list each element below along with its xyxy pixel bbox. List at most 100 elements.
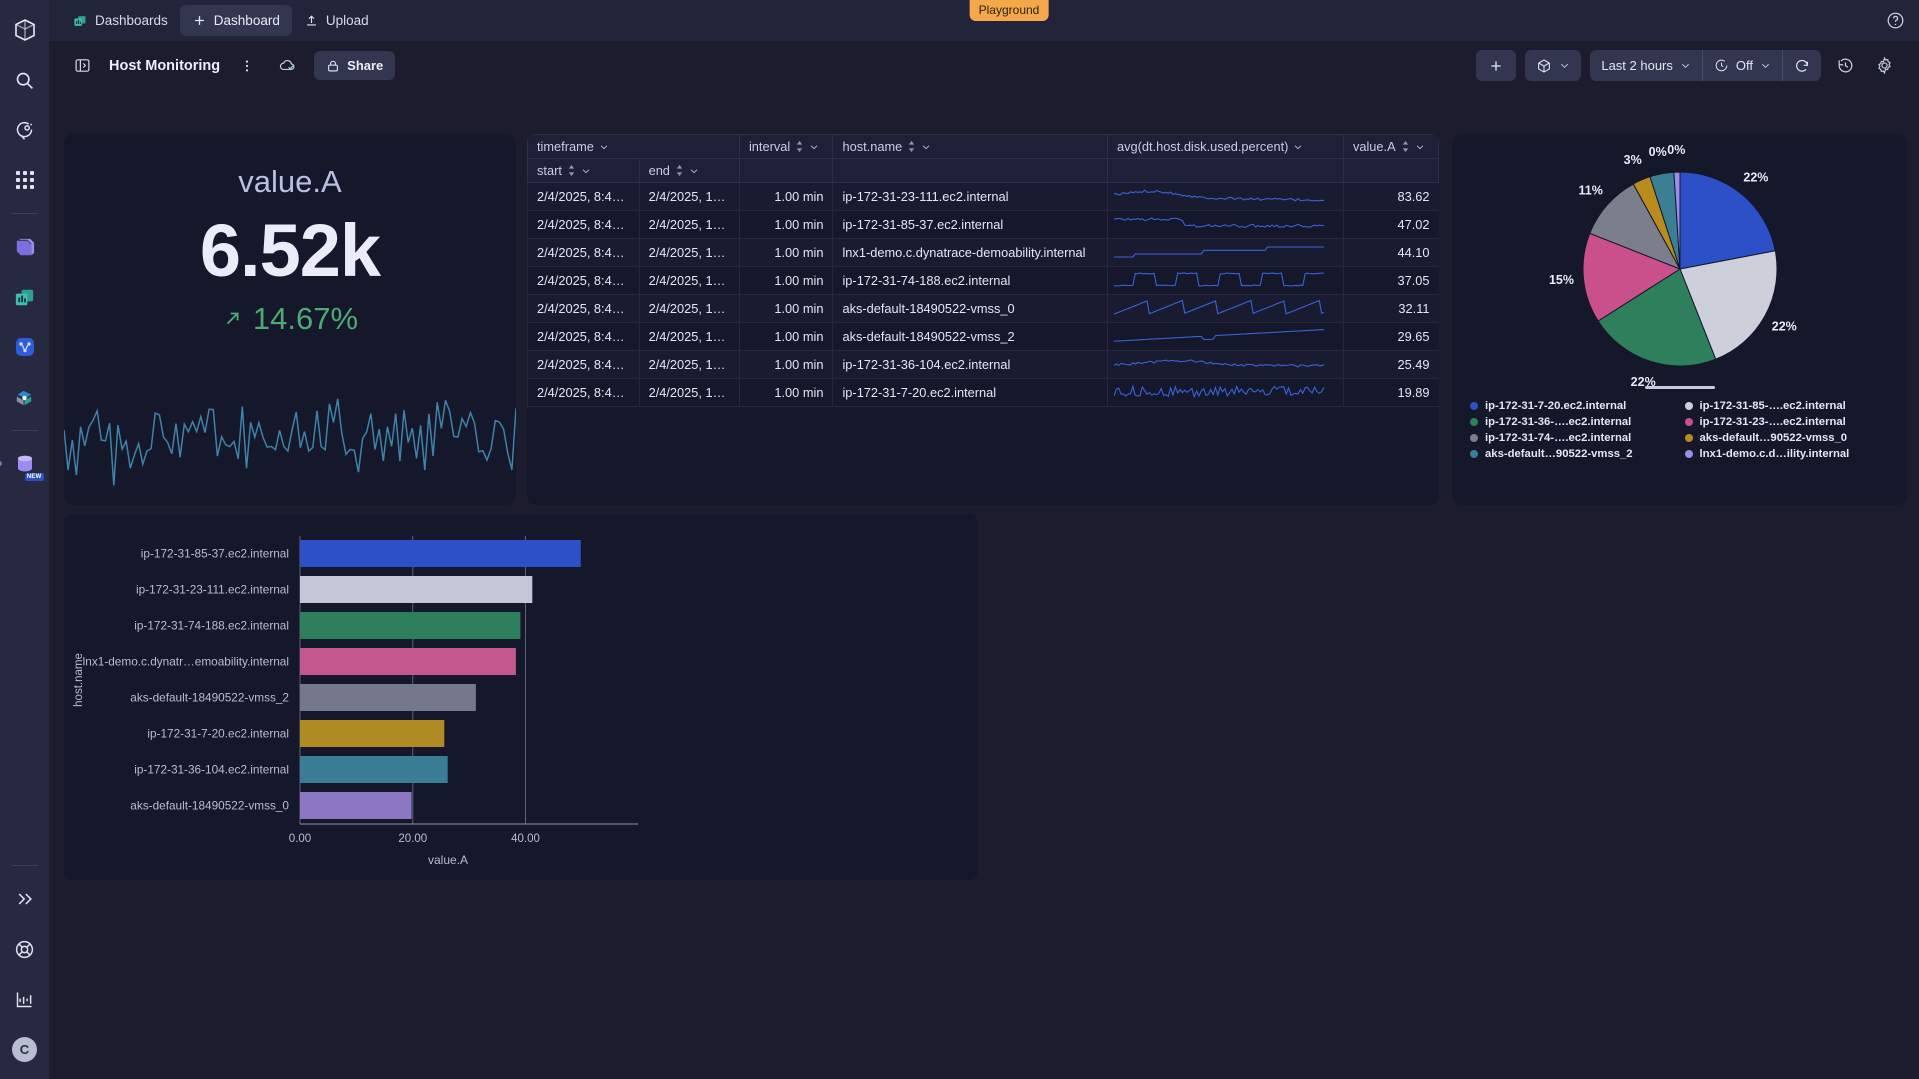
avatar[interactable]: C bbox=[5, 1029, 45, 1069]
pie-scrollbar[interactable] bbox=[1645, 386, 1715, 389]
table-head: timeframe interval host.name avg( bbox=[528, 135, 1439, 183]
chevron-down-icon bbox=[581, 166, 591, 176]
pie-slice-label: 3% bbox=[1624, 153, 1642, 167]
pie-slice-label: 11% bbox=[1579, 183, 1603, 197]
pie-legend-item[interactable]: lnx1-demo.c.d…ility.internal bbox=[1685, 448, 1890, 460]
cell-sparkline bbox=[1107, 183, 1343, 211]
cell-sparkline bbox=[1107, 267, 1343, 295]
storage-icon[interactable]: NEW bbox=[5, 444, 45, 484]
cell-sparkline bbox=[1107, 295, 1343, 323]
help-circle-icon[interactable] bbox=[1886, 11, 1905, 35]
apps-grid-icon[interactable] bbox=[5, 160, 45, 200]
legend-color-dot bbox=[1685, 450, 1693, 458]
legend-color-dot bbox=[1685, 434, 1693, 442]
bar-chart-svg: ip-172-31-85-37.ec2.internalip-172-31-23… bbox=[64, 514, 978, 880]
assistant-icon[interactable] bbox=[5, 110, 45, 150]
tab-dashboards[interactable]: Dashboards bbox=[60, 5, 180, 36]
col-avg-disk-used[interactable]: avg(dt.host.disk.used.percent) bbox=[1107, 135, 1343, 159]
cell-end: 2/4/2025, 1… bbox=[639, 211, 739, 239]
tab-upload[interactable]: Upload bbox=[292, 5, 381, 36]
col-hostname[interactable]: host.name bbox=[833, 135, 1107, 159]
pie-legend-item[interactable]: ip-172-31-74-….ec2.internal bbox=[1470, 432, 1675, 444]
pie-legend-item[interactable]: aks-default…90522-vmss_2 bbox=[1470, 448, 1675, 460]
rail-divider bbox=[12, 213, 38, 214]
refresh-button[interactable] bbox=[1783, 50, 1821, 81]
pie-legend-item[interactable]: aks-default…90522-vmss_0 bbox=[1685, 432, 1890, 444]
asset-selector[interactable] bbox=[1525, 50, 1581, 81]
gear-icon[interactable] bbox=[1869, 51, 1899, 81]
legend-color-dot bbox=[1685, 418, 1693, 426]
table-row[interactable]: 2/4/2025, 8:4…2/4/2025, 1…1.00 minip-172… bbox=[528, 211, 1439, 239]
pie-legend-label: ip-172-31-36-….ec2.internal bbox=[1485, 416, 1631, 428]
cell-sparkline bbox=[1107, 239, 1343, 267]
col-end[interactable]: end bbox=[639, 159, 739, 183]
bar[interactable] bbox=[300, 756, 448, 783]
data-explorer-icon[interactable] bbox=[5, 377, 45, 417]
add-tile-button[interactable] bbox=[1476, 50, 1516, 81]
bar[interactable] bbox=[300, 720, 444, 747]
pie-chart-tile[interactable]: 22%22%22%15%11%3%0%0% ip-172-31-7-20.ec2… bbox=[1452, 134, 1907, 505]
bar-chart-tile[interactable]: ip-172-31-85-37.ec2.internalip-172-31-23… bbox=[64, 514, 978, 880]
dashboards-icon[interactable] bbox=[5, 277, 45, 317]
table-row[interactable]: 2/4/2025, 8:4…2/4/2025, 1…1.00 minaks-de… bbox=[528, 323, 1439, 351]
chart-icon[interactable] bbox=[5, 979, 45, 1019]
notification-dot bbox=[0, 461, 2, 466]
single-value-tile[interactable]: value.A 6.52k 14.67% bbox=[64, 134, 516, 505]
table-row[interactable]: 2/4/2025, 8:4…2/4/2025, 1…1.00 minaks-de… bbox=[528, 295, 1439, 323]
bar[interactable] bbox=[300, 684, 476, 711]
table-row[interactable]: 2/4/2025, 8:4…2/4/2025, 1…1.00 minlnx1-d… bbox=[528, 239, 1439, 267]
timeframe-selector[interactable]: Last 2 hours bbox=[1590, 50, 1702, 81]
bar[interactable] bbox=[300, 612, 520, 639]
x-tick-label: 40.00 bbox=[511, 833, 540, 845]
cell-sparkline bbox=[1107, 351, 1343, 379]
pie-legend-item[interactable]: ip-172-31-7-20.ec2.internal bbox=[1470, 400, 1675, 412]
col-avg-sub bbox=[1107, 159, 1343, 183]
cell-start: 2/4/2025, 8:4… bbox=[528, 183, 640, 211]
dynatrace-logo-icon[interactable] bbox=[5, 10, 45, 50]
expand-chevrons-icon[interactable] bbox=[5, 879, 45, 919]
bar[interactable] bbox=[300, 576, 532, 603]
pie-legend-item[interactable]: ip-172-31-36-….ec2.internal bbox=[1470, 416, 1675, 428]
table-row[interactable]: 2/4/2025, 8:4…2/4/2025, 1…1.00 minip-172… bbox=[528, 267, 1439, 295]
bar-category-label: lnx1-demo.c.dynatr…emoability.internal bbox=[83, 655, 289, 669]
col-interval[interactable]: interval bbox=[739, 135, 833, 159]
pie-legend-item[interactable]: ip-172-31-85-….ec2.internal bbox=[1685, 400, 1890, 412]
kebab-menu-icon[interactable] bbox=[234, 53, 260, 79]
bar[interactable] bbox=[300, 792, 412, 819]
auto-refresh-selector[interactable]: Off bbox=[1703, 50, 1782, 81]
bar[interactable] bbox=[300, 540, 581, 567]
x-axis-label: value.A bbox=[428, 853, 468, 867]
history-icon[interactable] bbox=[1830, 51, 1860, 81]
tab-upload-label: Upload bbox=[326, 13, 369, 28]
notebooks-icon[interactable] bbox=[5, 227, 45, 267]
tab-dashboard-label: Dashboard bbox=[214, 13, 280, 28]
row-sparkline bbox=[1114, 323, 1329, 347]
support-ring-icon[interactable] bbox=[5, 929, 45, 969]
pie-legend-label: ip-172-31-74-….ec2.internal bbox=[1485, 432, 1631, 444]
tab-dashboard[interactable]: Dashboard bbox=[180, 5, 292, 36]
workflows-icon[interactable] bbox=[5, 327, 45, 367]
search-icon[interactable] bbox=[5, 60, 45, 100]
col-timeframe-label: timeframe bbox=[537, 139, 594, 154]
col-timeframe[interactable]: timeframe bbox=[528, 135, 740, 159]
col-valuea[interactable]: value.A bbox=[1343, 135, 1438, 159]
avatar-initial: C bbox=[12, 1037, 37, 1062]
col-start[interactable]: start bbox=[528, 159, 640, 183]
col-interval-label: interval bbox=[749, 139, 790, 154]
bar[interactable] bbox=[300, 648, 516, 675]
cloud-check-icon[interactable] bbox=[274, 53, 300, 79]
table-row[interactable]: 2/4/2025, 8:4…2/4/2025, 1…1.00 minip-172… bbox=[528, 351, 1439, 379]
rail-bottom-group: C bbox=[0, 852, 49, 1069]
panel-toggle-icon[interactable] bbox=[69, 53, 95, 79]
cell-end: 2/4/2025, 1… bbox=[639, 351, 739, 379]
left-nav-rail: NEW C bbox=[0, 0, 49, 1079]
cell-start: 2/4/2025, 8:4… bbox=[528, 379, 640, 407]
share-button[interactable]: Share bbox=[314, 51, 395, 80]
table-row[interactable]: 2/4/2025, 8:4…2/4/2025, 1…1.00 minip-172… bbox=[528, 379, 1439, 407]
table-row[interactable]: 2/4/2025, 8:4…2/4/2025, 1…1.00 minip-172… bbox=[528, 183, 1439, 211]
row-sparkline bbox=[1114, 267, 1329, 291]
sort-icon bbox=[907, 141, 916, 152]
pie-legend-label: ip-172-31-23-….ec2.internal bbox=[1700, 416, 1846, 428]
data-table-tile[interactable]: timeframe interval host.name avg( bbox=[527, 134, 1439, 505]
pie-legend-item[interactable]: ip-172-31-23-….ec2.internal bbox=[1685, 416, 1890, 428]
